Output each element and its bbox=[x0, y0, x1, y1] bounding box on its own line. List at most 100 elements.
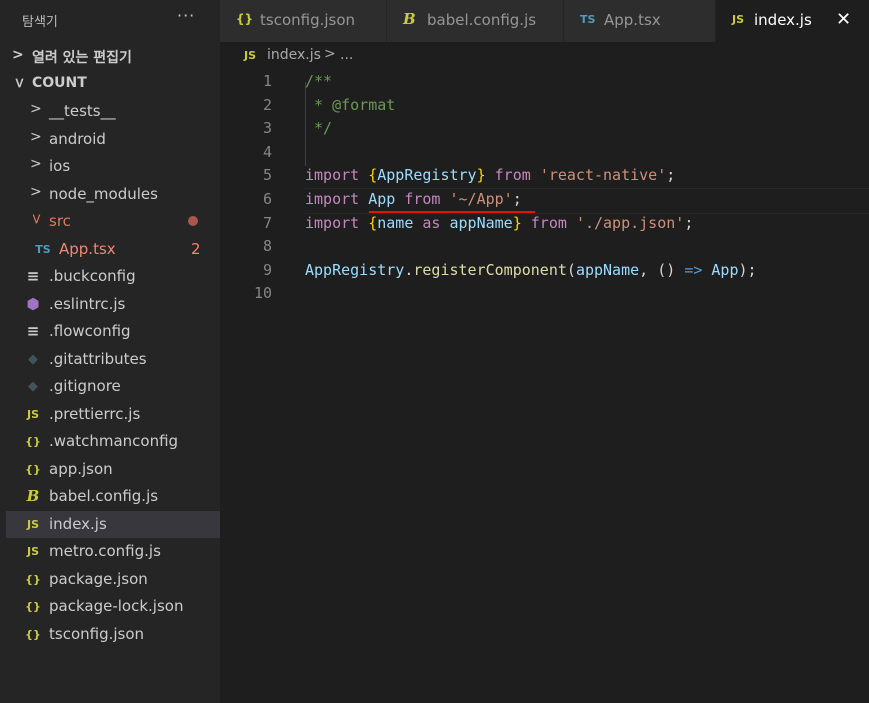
breadcrumb-separator: > bbox=[324, 46, 336, 62]
tab-label: App.tsx bbox=[604, 11, 661, 29]
more-actions-icon[interactable]: ··· bbox=[177, 6, 195, 25]
tree-file-index-js[interactable]: JS index.js bbox=[6, 511, 220, 538]
close-icon[interactable]: ✕ bbox=[836, 9, 851, 30]
json-file-icon: {} bbox=[25, 599, 41, 613]
open-editors-section[interactable]: > 열려 있는 편집기 bbox=[0, 43, 220, 69]
punct-token: ); bbox=[738, 261, 757, 279]
tab-tsconfig-json[interactable]: {} tsconfig.json bbox=[220, 0, 387, 42]
tree-file-package-lock[interactable]: {} package-lock.json bbox=[6, 593, 220, 620]
config-file-icon: ≡ bbox=[26, 322, 40, 340]
code-line-3: */ bbox=[305, 119, 332, 137]
code-line-9: AppRegistry.registerComponent(appName, (… bbox=[305, 261, 757, 279]
tree-item-label: node_modules bbox=[49, 185, 158, 203]
punct-token: ; bbox=[512, 190, 522, 208]
tree-file-tsconfig[interactable]: {} tsconfig.json bbox=[6, 621, 220, 648]
tab-index-js[interactable]: JS index.js ✕ bbox=[716, 0, 869, 42]
punct-token: ; bbox=[666, 166, 676, 184]
keyword-token: from bbox=[485, 166, 540, 184]
tree-folder-node-modules[interactable]: > node_modules bbox=[6, 181, 220, 208]
tree-item-label: app.json bbox=[49, 460, 113, 478]
tree-item-label: .eslintrc.js bbox=[49, 295, 126, 313]
javascript-file-icon: JS bbox=[26, 544, 39, 558]
code-line-6: import App from '~/App'; bbox=[305, 190, 522, 208]
tree-file-gitattributes[interactable]: ◆ .gitattributes bbox=[6, 346, 220, 373]
tree-file-app-tsx[interactable]: TS App.tsx 2 bbox=[6, 236, 220, 263]
tab-babel-config[interactable]: B babel.config.js bbox=[387, 0, 564, 42]
tree-file-buckconfig[interactable]: ≡ .buckconfig bbox=[6, 263, 220, 290]
keyword-token: from bbox=[395, 190, 450, 208]
tree-file-watchmanconfig[interactable]: {} .watchmanconfig bbox=[6, 428, 220, 455]
explorer-title-bar: 탐색기 ··· bbox=[0, 0, 220, 40]
code-line-5: import {AppRegistry} from 'react-native'… bbox=[305, 166, 675, 184]
arrow-token: => bbox=[684, 261, 703, 279]
tree-item-label: android bbox=[49, 130, 106, 148]
git-file-icon: ◆ bbox=[28, 351, 38, 367]
code-editor[interactable]: 1 2 3 4 5 6 7 8 9 10 /** * @format */ im… bbox=[220, 70, 869, 703]
tree-file-gitignore[interactable]: ◆ .gitignore bbox=[6, 373, 220, 400]
tree-file-prettierrc[interactable]: JS .prettierrc.js bbox=[6, 401, 220, 428]
tree-item-label: __tests__ bbox=[49, 102, 116, 120]
error-squiggle[interactable] bbox=[369, 211, 535, 213]
brace-token: } bbox=[476, 166, 486, 184]
line-number: 3 bbox=[262, 119, 272, 137]
tree-item-label: index.js bbox=[49, 515, 107, 533]
project-section[interactable]: > COUNT bbox=[0, 71, 220, 97]
modified-dot-icon bbox=[188, 216, 198, 226]
tree-folder-tests[interactable]: > __tests__ bbox=[6, 98, 220, 125]
tree-item-label: .buckconfig bbox=[49, 267, 136, 285]
tree-file-eslintrc[interactable]: ⬢ .eslintrc.js bbox=[6, 291, 220, 318]
eslint-file-icon: ⬢ bbox=[26, 295, 40, 313]
tree-folder-ios[interactable]: > ios bbox=[6, 153, 220, 180]
string-token: '~/App' bbox=[449, 190, 513, 208]
git-file-icon: ◆ bbox=[28, 378, 38, 394]
punct-token: ( bbox=[566, 261, 576, 279]
keyword-token: from bbox=[521, 214, 576, 232]
identifier-token: App bbox=[368, 190, 396, 208]
comment-token: */ bbox=[305, 119, 333, 137]
tree-item-label: package-lock.json bbox=[49, 597, 184, 615]
tree-item-label: .gitattributes bbox=[49, 350, 147, 368]
javascript-file-icon: JS bbox=[26, 407, 39, 421]
breadcrumb-file[interactable]: index.js bbox=[267, 47, 321, 63]
chevron-right-icon: > bbox=[30, 184, 42, 200]
tree-folder-src[interactable]: > src bbox=[6, 208, 220, 235]
chevron-down-icon: > bbox=[27, 213, 44, 225]
code-line-2: * @format bbox=[305, 96, 395, 114]
code-line-1: /** bbox=[305, 72, 332, 90]
javascript-file-icon: JS bbox=[26, 517, 39, 531]
chevron-right-icon: > bbox=[30, 101, 42, 117]
string-token: 'react-native' bbox=[539, 166, 667, 184]
json-file-icon: {} bbox=[25, 462, 41, 476]
babel-file-icon: B bbox=[403, 10, 416, 28]
typescript-file-icon: TS bbox=[580, 13, 596, 26]
tree-folder-android[interactable]: > android bbox=[6, 126, 220, 153]
identifier-token: appName bbox=[449, 214, 513, 232]
tree-file-flowconfig[interactable]: ≡ .flowconfig bbox=[6, 318, 220, 345]
tab-app-tsx[interactable]: TS App.tsx bbox=[564, 0, 716, 42]
comment-token: /** bbox=[305, 72, 333, 90]
javascript-file-icon: JS bbox=[732, 13, 745, 26]
typescript-file-icon: TS bbox=[35, 242, 51, 256]
tree-item-label: .gitignore bbox=[49, 377, 121, 395]
tree-item-label: package.json bbox=[49, 570, 148, 588]
chevron-right-icon: > bbox=[12, 47, 24, 63]
line-number: 5 bbox=[262, 166, 272, 184]
comment-token: * @format bbox=[305, 96, 396, 114]
javascript-file-icon: JS bbox=[244, 49, 257, 62]
tree-file-package-json[interactable]: {} package.json bbox=[6, 566, 220, 593]
tree-file-metro-config[interactable]: JS metro.config.js bbox=[6, 538, 220, 565]
json-file-icon: {} bbox=[25, 572, 41, 586]
tree-file-babel-config[interactable]: B babel.config.js bbox=[6, 483, 220, 510]
identifier-token: name bbox=[377, 214, 414, 232]
config-file-icon: ≡ bbox=[26, 267, 40, 285]
brace-token: { bbox=[368, 166, 378, 184]
breadcrumb-symbols[interactable]: ... bbox=[340, 47, 353, 63]
identifier-token: AppRegistry bbox=[305, 261, 405, 279]
code-line-7: import {name as appName} from './app.jso… bbox=[305, 214, 693, 232]
explorer-sidebar: 탐색기 ··· > 열려 있는 편집기 > COUNT > __tests__ … bbox=[0, 0, 220, 703]
tree-item-label: .watchmanconfig bbox=[49, 432, 179, 450]
tree-file-app-json[interactable]: {} app.json bbox=[6, 456, 220, 483]
chevron-right-icon: > bbox=[30, 129, 42, 145]
line-number: 1 bbox=[262, 72, 272, 90]
tree-item-label: .flowconfig bbox=[49, 322, 131, 340]
